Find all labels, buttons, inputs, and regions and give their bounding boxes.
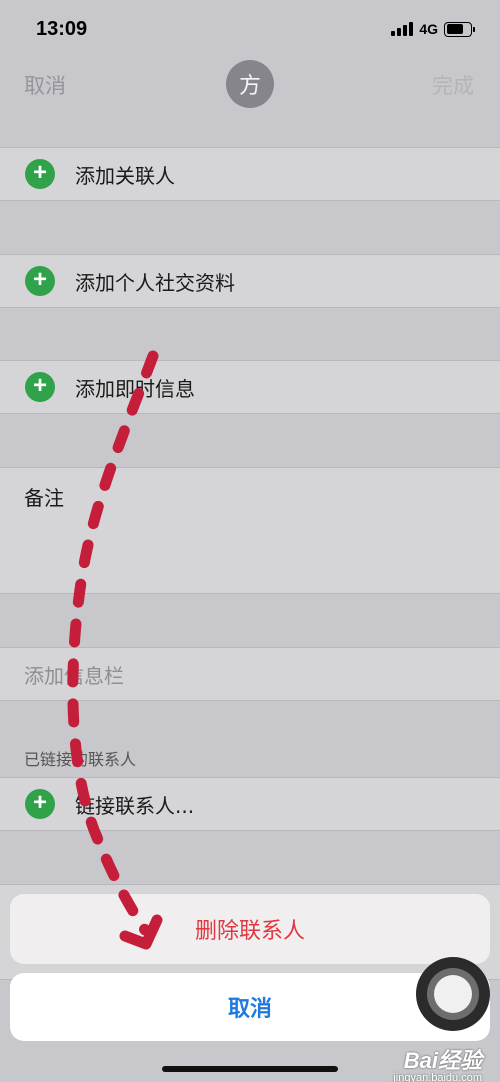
sheet-cancel-button[interactable]: 取消: [228, 991, 272, 1023]
nav-done-button[interactable]: 完成: [432, 70, 474, 100]
add-related-row[interactable]: + 添加关联人: [0, 147, 500, 201]
add-instant-message-label: 添加即时信息: [75, 376, 195, 401]
watermark: Bai经验 jingyan.baidu.com: [393, 1043, 482, 1082]
link-contacts-label: 链接联系人...: [75, 793, 195, 818]
notes-label: 备注: [24, 486, 64, 510]
plus-circle-icon[interactable]: +: [25, 159, 55, 189]
network-type: 4G: [419, 21, 438, 37]
status-time: 13:09: [36, 17, 88, 40]
watermark-brand: Bai经验: [403, 1048, 482, 1073]
assistive-touch-icon[interactable]: [416, 957, 490, 1031]
notes-field[interactable]: 备注: [0, 467, 500, 594]
add-instant-message-row[interactable]: + 添加即时信息: [0, 360, 500, 414]
status-bar: 13:09 4G: [0, 0, 500, 58]
home-indicator: [162, 1066, 338, 1072]
delete-contact-sheet: 删除联系人: [10, 894, 490, 964]
link-contacts-row[interactable]: + 链接联系人...: [0, 777, 500, 831]
nav-bar: 取消 方 完成: [0, 58, 500, 114]
add-social-profile-label: 添加个人社交资料: [75, 270, 235, 295]
battery-icon: [444, 21, 475, 37]
nav-cancel-button[interactable]: 取消: [24, 70, 66, 100]
plus-circle-icon[interactable]: +: [25, 789, 55, 819]
plus-circle-icon[interactable]: +: [25, 266, 55, 296]
add-field-row[interactable]: 添加信息栏: [0, 647, 500, 701]
watermark-url: jingyan.baidu.com: [393, 1072, 482, 1082]
avatar-initial: 方: [238, 74, 261, 99]
add-field-label: 添加信息栏: [24, 663, 124, 688]
plus-circle-icon[interactable]: +: [25, 372, 55, 402]
add-related-label: 添加关联人: [75, 163, 175, 188]
signal-icon: [391, 22, 414, 36]
status-indicators: 4G: [391, 21, 475, 37]
linked-contacts-header: 已链接的联系人: [24, 750, 137, 769]
delete-contact-button[interactable]: 删除联系人: [195, 913, 305, 945]
add-social-profile-row[interactable]: + 添加个人社交资料: [0, 254, 500, 308]
avatar[interactable]: 方: [226, 60, 274, 108]
